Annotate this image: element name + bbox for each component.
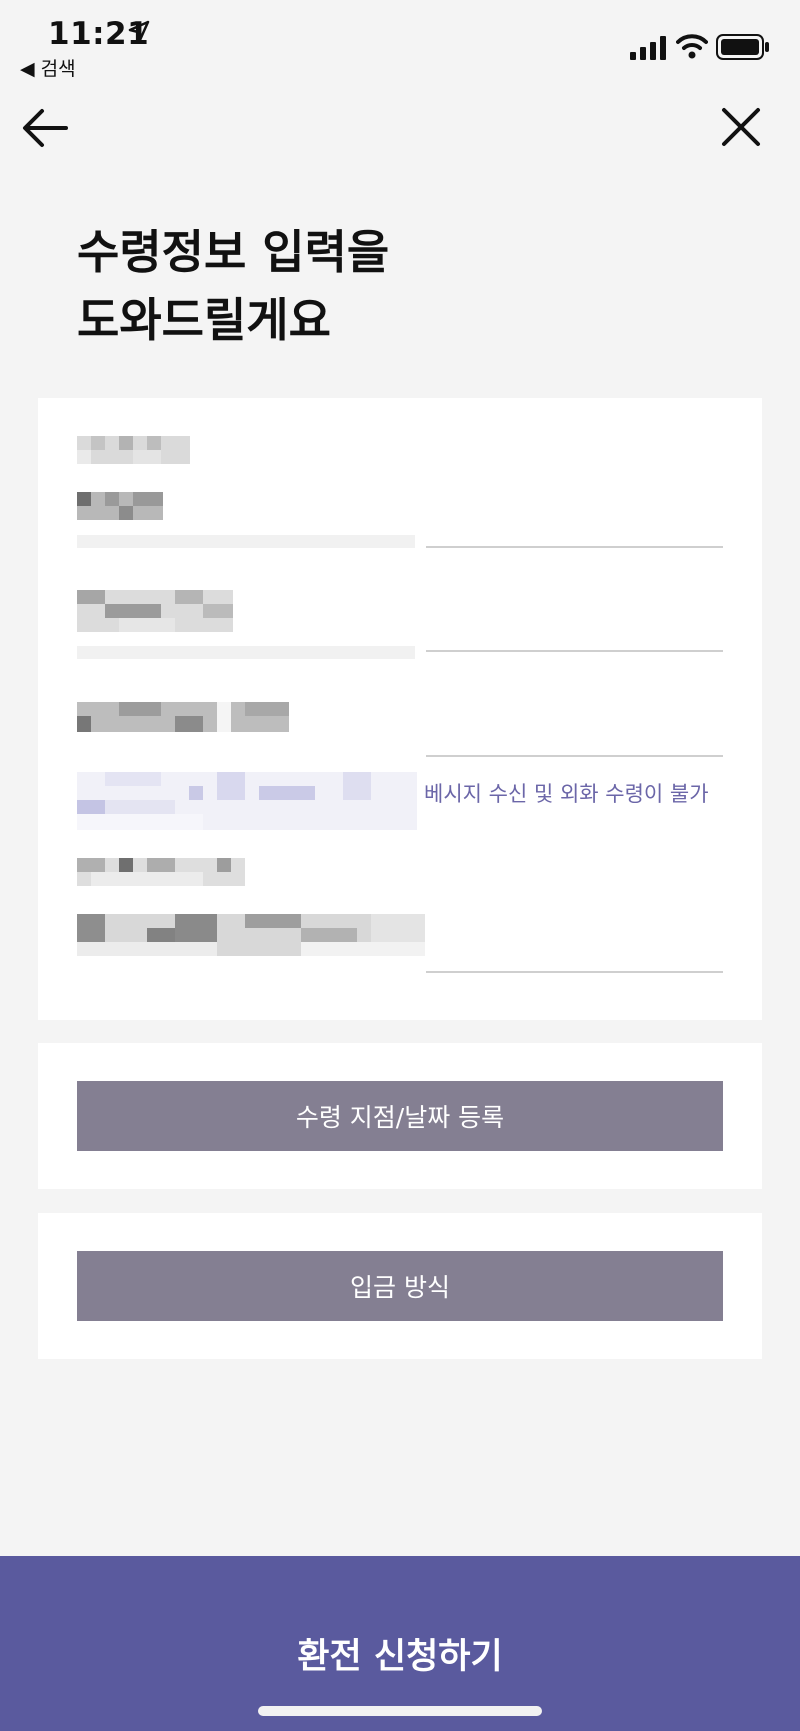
input-underline bbox=[426, 971, 723, 973]
status-bar: 11:21 ◀ 검색 bbox=[0, 0, 800, 80]
input-underline bbox=[426, 546, 723, 548]
redacted-field-value[interactable] bbox=[77, 492, 163, 520]
page-title-line-1: 수령정보 입력을 bbox=[77, 225, 390, 279]
redacted-field-label bbox=[77, 858, 245, 886]
redacted-field-value[interactable] bbox=[77, 702, 289, 732]
apply-exchange-button[interactable]: 환전 신청하기 bbox=[0, 1556, 800, 1731]
apply-exchange-label: 환전 신청하기 bbox=[297, 1637, 503, 1677]
close-icon[interactable] bbox=[716, 102, 766, 152]
wifi-icon bbox=[676, 34, 708, 59]
redacted-field-strip bbox=[77, 535, 415, 548]
page-title: 수령정보 입력을 도와드릴게요 bbox=[77, 218, 389, 354]
back-to-search-link[interactable]: ◀ 검색 bbox=[20, 54, 76, 81]
cellular-signal-icon bbox=[630, 36, 666, 60]
register-branch-date-button[interactable]: 수령 지점/날짜 등록 bbox=[77, 1081, 723, 1151]
redacted-notice-text bbox=[77, 772, 417, 830]
home-indicator[interactable] bbox=[258, 1706, 542, 1716]
notice-text: 베시지 수신 및 외화 수령이 불가 bbox=[424, 782, 709, 806]
location-arrow-icon bbox=[128, 20, 150, 42]
redacted-field-label bbox=[77, 436, 190, 464]
deposit-method-button[interactable]: 입금 방식 bbox=[77, 1251, 723, 1321]
page-title-line-2: 도와드릴게요 bbox=[77, 293, 331, 347]
redacted-field-value[interactable] bbox=[77, 590, 233, 632]
input-underline bbox=[426, 650, 723, 652]
redacted-field-strip bbox=[77, 646, 415, 659]
redacted-field-value[interactable] bbox=[77, 914, 425, 956]
battery-icon bbox=[716, 34, 769, 60]
register-branch-date-label: 수령 지점/날짜 등록 bbox=[295, 1103, 505, 1132]
deposit-method-label: 입금 방식 bbox=[350, 1273, 450, 1302]
input-underline bbox=[426, 755, 723, 757]
arrow-left-icon[interactable] bbox=[20, 104, 72, 152]
